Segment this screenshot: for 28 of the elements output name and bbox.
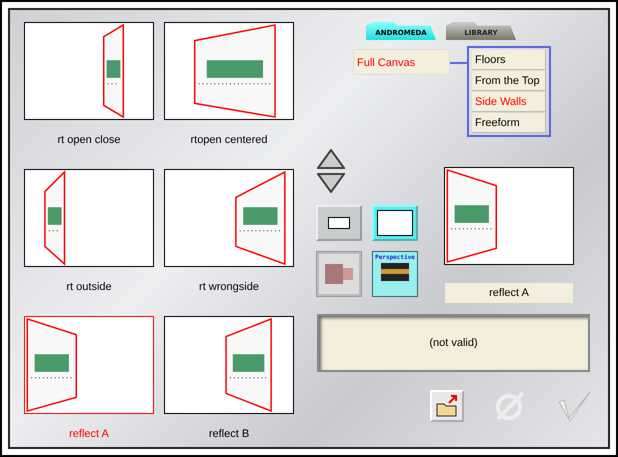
small-frame-button[interactable] [316,205,362,241]
perspective-thumbnail[interactable] [24,169,154,267]
thumbnail-caption: rt outside [66,281,112,294]
down-arrow-icon[interactable] [317,173,345,193]
view-list-item[interactable]: Freeform [472,113,546,133]
thumbnail-caption: reflect B [208,428,250,441]
thumbnail-caption: reflect A [69,428,109,441]
thumbnail-caption: rt open close [58,134,120,147]
texture-icon [319,254,359,294]
view-list-item[interactable]: Floors [472,50,546,70]
large-frame-button[interactable] [372,205,418,241]
status-box: (not valid) [317,314,590,372]
up-arrow-icon[interactable] [317,149,345,169]
texture-button[interactable] [316,251,362,297]
perspective-thumbnail[interactable] [164,316,294,414]
sunset-photo-icon [381,263,409,281]
perspective-thumbnail[interactable] [164,169,294,267]
check-icon[interactable] [556,390,592,422]
perspective-thumbnail[interactable] [444,167,574,265]
perspective-thumbnail[interactable] [24,22,154,120]
thumbnail-caption: rt wrongside [199,281,259,294]
perspective-thumbnail[interactable] [24,316,154,414]
thumbnail-caption: rtopen centered [190,134,268,147]
view-list-item[interactable]: From the Top [472,71,546,91]
export-folder-button[interactable] [430,390,464,422]
perspective-thumbnail[interactable] [164,22,294,120]
folder-icon [435,395,459,417]
preview-label: reflect A [445,283,573,303]
